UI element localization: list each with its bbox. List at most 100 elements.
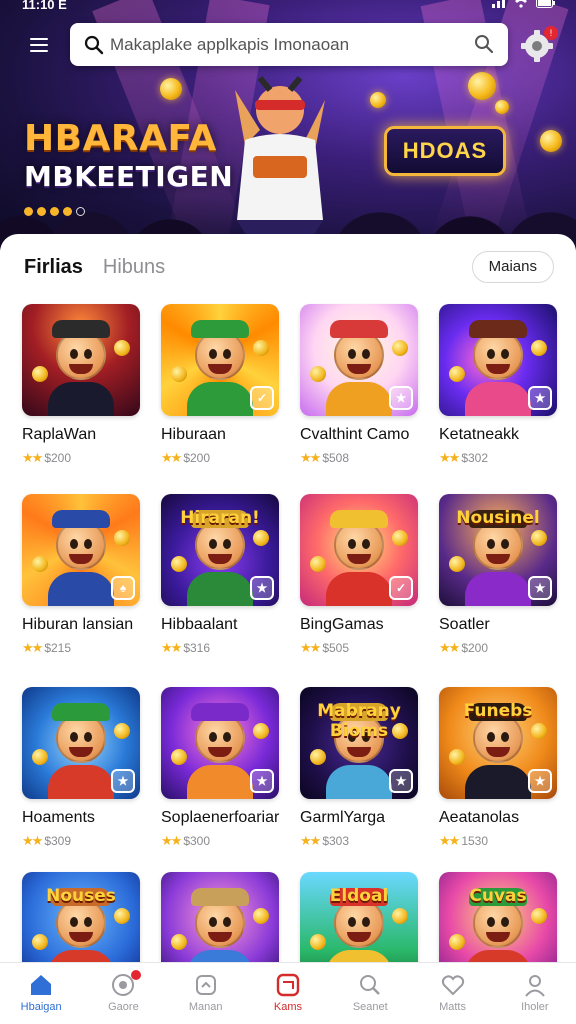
game-badge-icon: ♠	[111, 576, 135, 600]
game-name: Soatler	[439, 616, 490, 633]
star-rating-icon: ★★	[22, 640, 43, 655]
game-card[interactable]: Funebs ★ Aeatanolas ★★ 1530	[439, 687, 561, 849]
carousel-dot[interactable]	[50, 207, 59, 216]
game-badge-icon: ★	[528, 576, 552, 600]
nav-item-store[interactable]: Manan	[170, 972, 242, 1013]
notification-button[interactable]: !	[520, 26, 558, 62]
game-thumb-title: Hiraran!	[180, 508, 260, 528]
game-card[interactable]: ♠ Hiburan lansian ★★ $215	[22, 494, 144, 656]
game-rating: ★★ $302	[439, 450, 561, 466]
nav-item-search[interactable]: Seanet	[334, 972, 406, 1013]
game-name: Hiburan lansian	[22, 616, 134, 633]
home-icon	[31, 975, 52, 995]
carousel-dot[interactable]	[24, 207, 33, 216]
carousel-dot[interactable]	[63, 207, 72, 216]
game-badge-icon: ★	[111, 769, 135, 793]
game-price: $200	[44, 451, 72, 465]
search-input[interactable]	[110, 34, 460, 55]
game-name: Hibbaalant	[161, 616, 238, 633]
heart-icon	[441, 975, 464, 996]
content-sheet: Firlias Hibuns Maians RaplaWan ★★ $200 ✓ Hib…	[0, 234, 576, 1024]
game-price: $508	[322, 451, 350, 465]
search-submit-icon[interactable]	[474, 34, 494, 54]
game-card[interactable]: ★ Ketatneakk ★★ $302	[439, 304, 561, 466]
game-thumb-title: Cuvas	[469, 886, 527, 906]
game-card[interactable]: Nousinel ★ Soatler ★★ $200	[439, 494, 561, 656]
game-card[interactable]: Mabrany Bioms ★ GarmlYarga ★★ $303	[300, 687, 422, 849]
game-rating: ★★ $316	[161, 640, 283, 656]
game-rating: ★★ $508	[300, 450, 422, 466]
game-price: $200	[183, 451, 211, 465]
tab-entertainment[interactable]: Hibuns	[103, 256, 165, 279]
game-badge-icon: ✓	[389, 576, 413, 600]
carousel-indicator[interactable]	[24, 207, 85, 216]
nav-item-games[interactable]: Gaore	[87, 970, 159, 1013]
friends-group-icon[interactable]: Nousinel ★	[439, 494, 557, 606]
game-badge-icon: ★	[250, 769, 274, 793]
game-thumb-title: Funebs	[463, 701, 533, 721]
nav-label: Iholer	[521, 1001, 549, 1013]
search-bar[interactable]	[70, 23, 508, 66]
search-icon	[84, 35, 104, 54]
status-bar: 11:10 E	[0, 0, 576, 16]
nav-label: Manan	[188, 1001, 223, 1013]
kid-green-cap-icon[interactable]: ✓	[161, 304, 279, 416]
game-card[interactable]: ★ Hoaments ★★ $309	[22, 687, 144, 849]
fox-captain-icon[interactable]: ♠	[22, 494, 140, 606]
game-name: Hiburaan	[161, 426, 226, 443]
nav-item-home[interactable]: Hbaigan	[5, 972, 77, 1013]
elves-icon[interactable]: ★	[22, 687, 140, 799]
coin-icon	[160, 78, 182, 100]
tab-favorites[interactable]: Firlias	[24, 256, 83, 279]
cocktail-kid-icon[interactable]: Hiraran! ★	[161, 494, 279, 606]
more-button[interactable]: Maians	[471, 251, 554, 283]
game-name: RaplaWan	[22, 426, 97, 443]
game-card[interactable]: ✓ Hiburaan ★★ $200	[161, 304, 283, 466]
game-price: $215	[44, 641, 72, 655]
game-rating: ★★ $200	[439, 640, 561, 656]
magic-girl-icon[interactable]: ★	[439, 304, 557, 416]
signal-icon	[492, 0, 505, 8]
game-card[interactable]: ★ Soplaenerfoariar ★★ $300	[161, 687, 283, 849]
businessman-icon[interactable]: Funebs ★	[439, 687, 557, 799]
category-tabs: Firlias Hibuns	[24, 256, 165, 279]
game-price: 1530	[461, 834, 489, 848]
profile-icon	[525, 975, 545, 997]
cat-mascot-icon[interactable]: ★	[161, 687, 279, 799]
nav-item-box[interactable]: Kams	[252, 972, 324, 1013]
game-price: $200	[461, 641, 489, 655]
concert-icon[interactable]	[22, 304, 140, 416]
star-rating-icon: ★★	[300, 450, 321, 465]
game-card[interactable]: Hiraran! ★ Hibbaalant ★★ $316	[161, 494, 283, 656]
game-name: Soplaenerfoariar	[161, 809, 280, 826]
game-card[interactable]: ✓ BingGamas ★★ $505	[300, 494, 422, 656]
star-rating-icon: ★★	[161, 833, 182, 848]
star-rating-icon: ★★	[161, 450, 182, 465]
nav-item-heart[interactable]: Matts	[417, 972, 489, 1013]
game-thumb-title: Mabrany Bioms	[317, 701, 401, 741]
carousel-dot[interactable]	[76, 207, 85, 216]
star-rating-icon: ★★	[22, 450, 43, 465]
nav-notification-dot	[131, 970, 142, 980]
game-card[interactable]: RaplaWan ★★ $200	[22, 304, 144, 466]
game-badge-icon: ✓	[250, 386, 274, 410]
game-name: Hoaments	[22, 809, 95, 826]
hero-subtitle: MBKEETIGEN	[24, 160, 234, 193]
game-name: BingGamas	[300, 616, 384, 633]
status-icons	[492, 0, 556, 8]
nav-item-profile[interactable]: Iholer	[499, 972, 571, 1013]
hamburger-menu-icon[interactable]	[22, 30, 56, 60]
game-thumb-title: Nousinel	[456, 508, 540, 528]
game-thumb-title: Nouses	[46, 886, 116, 906]
store-icon	[195, 975, 216, 995]
carousel-dot[interactable]	[37, 207, 46, 216]
slot-bioms-icon[interactable]: Mabrany Bioms ★	[300, 687, 418, 799]
wifi-icon	[515, 0, 527, 8]
party-coins-icon[interactable]: ★	[300, 304, 418, 416]
game-card[interactable]: ★ Cvalthint Camo ★★ $508	[300, 304, 422, 466]
game-price: $303	[322, 834, 350, 848]
horn-kid-icon[interactable]: ✓	[300, 494, 418, 606]
game-badge-icon: ★	[389, 386, 413, 410]
star-rating-icon: ★★	[439, 833, 460, 848]
star-rating-icon: ★★	[22, 833, 43, 848]
